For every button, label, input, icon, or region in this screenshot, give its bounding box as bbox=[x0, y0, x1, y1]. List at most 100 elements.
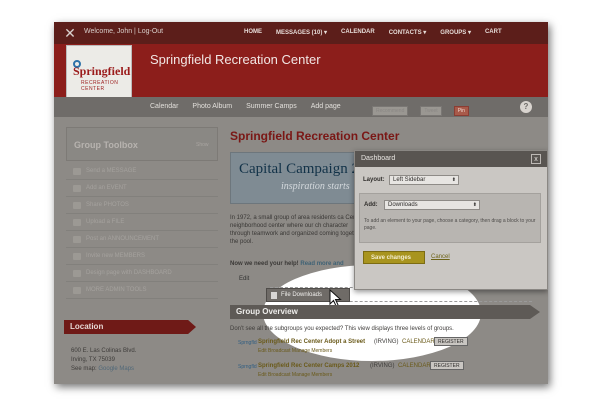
add-label: Add: bbox=[364, 202, 378, 208]
logo-subtext: RECREATION CENTER bbox=[81, 80, 119, 92]
nav-calendar[interactable]: CALENDAR bbox=[341, 29, 375, 36]
layout-select[interactable]: Left Sidebar ⬍ bbox=[389, 175, 459, 185]
tool-label: MORE ADMIN TOOLS bbox=[86, 287, 147, 293]
brand-x-icon[interactable]: ✕ bbox=[62, 25, 78, 41]
nav-groups[interactable]: GROUPS ▾ bbox=[440, 29, 471, 36]
group-overview-header: Group Overview bbox=[230, 305, 540, 319]
tool-send-message[interactable]: Send a MESSAGE bbox=[66, 163, 218, 180]
toolbox-list: Send a MESSAGE Add an EVENT Share PHOTOS… bbox=[66, 163, 218, 299]
nav-contacts[interactable]: CONTACTS ▾ bbox=[389, 29, 427, 36]
edit-label[interactable]: Edit bbox=[239, 276, 249, 282]
group-actions[interactable]: Edit Broadcast Manage Members bbox=[258, 372, 332, 378]
tool-design-dashboard[interactable]: Design page with DASHBOARD bbox=[66, 265, 218, 282]
group-toolbox-header[interactable]: Group Toolbox Show bbox=[66, 127, 218, 161]
add-element-box: Add: Downloads ⬍ To add an element to you… bbox=[359, 193, 541, 243]
toolbox-show[interactable]: Show bbox=[196, 142, 209, 148]
need-help-text: Now we need your help! bbox=[230, 261, 299, 267]
intro-paragraph: In 1972, a small group of area residents… bbox=[230, 215, 370, 245]
file-downloads-label: File Downloads bbox=[281, 292, 323, 298]
group-actions[interactable]: Edit Broadcast Manage Members bbox=[258, 348, 332, 354]
subnav-summer-camps[interactable]: Summer Camps bbox=[246, 103, 297, 110]
tool-label: Post an ANNOUNCEMENT bbox=[86, 236, 160, 242]
group-row: Sprngfld Springfield Rec Center Adopt a … bbox=[230, 336, 530, 362]
file-icon bbox=[271, 292, 277, 299]
location-title: Location bbox=[70, 322, 104, 331]
group-overview-title: Group Overview bbox=[236, 307, 298, 316]
subnav-calendar[interactable]: Calendar bbox=[150, 103, 178, 110]
help-icon[interactable]: ? bbox=[520, 101, 532, 113]
subnav-photo-album[interactable]: Photo Album bbox=[192, 103, 232, 110]
address-line2: Irving, TX 75039 bbox=[71, 357, 115, 363]
group-logo: Sprngfld bbox=[238, 340, 257, 346]
group-location: (IRVING) bbox=[374, 339, 399, 345]
group-calendar-link[interactable]: CALENDAR bbox=[402, 339, 435, 345]
admin-icon bbox=[73, 287, 81, 294]
add-category-select[interactable]: Downloads ⬍ bbox=[384, 200, 480, 210]
banner-tagline: inspiration starts bbox=[281, 181, 350, 192]
tool-label: Invite new MEMBERS bbox=[86, 253, 146, 259]
layout-label: Layout: bbox=[363, 177, 385, 183]
close-icon[interactable]: x bbox=[531, 154, 541, 164]
tool-more-admin[interactable]: MORE ADMIN TOOLS bbox=[66, 282, 218, 299]
chevron-down-icon: ⬍ bbox=[451, 177, 456, 183]
group-name-link[interactable]: Springfield Rec Center Adopt a Street bbox=[258, 339, 365, 345]
nav-messages[interactable]: MESSAGES (10) ▾ bbox=[276, 29, 327, 36]
map-line: See map: Google Maps bbox=[71, 365, 136, 374]
tweet-button[interactable]: Tweet bbox=[420, 106, 442, 116]
dialog-title: Dashboard bbox=[361, 155, 396, 162]
add-help-text: To add an element to your page, choose a… bbox=[364, 218, 536, 231]
tool-share-photos[interactable]: Share PHOTOS bbox=[66, 197, 218, 214]
group-row: Sprngfld Springfield Rec Center Camps 20… bbox=[230, 360, 530, 384]
location-header: Location bbox=[64, 320, 196, 334]
tool-upload-file[interactable]: Upload a FILE bbox=[66, 214, 218, 231]
cancel-link[interactable]: Cancel bbox=[431, 254, 450, 260]
members-icon bbox=[73, 253, 81, 260]
group-name-link[interactable]: Springfield Rec Center Camps 2012 bbox=[258, 363, 359, 369]
tool-add-event[interactable]: Add an EVENT bbox=[66, 180, 218, 197]
pin-button[interactable]: Pin bbox=[453, 106, 469, 116]
subnav-add-page[interactable]: Add page bbox=[311, 103, 341, 110]
site-title: Springfield Recreation Center bbox=[150, 52, 321, 67]
recommend-button[interactable]: Recommend bbox=[372, 106, 409, 116]
chevron-down-icon: ⬍ bbox=[472, 202, 477, 208]
layout-select-value: Left Sidebar bbox=[393, 177, 426, 183]
tool-invite-members[interactable]: Invite new MEMBERS bbox=[66, 248, 218, 265]
register-button[interactable]: REGISTER bbox=[430, 361, 464, 370]
add-select-value: Downloads bbox=[388, 202, 418, 208]
google-maps-link[interactable]: Google Maps bbox=[98, 366, 134, 372]
logo-text: Springfield bbox=[73, 64, 131, 78]
social-buttons: Recommend Tweet Pin bbox=[372, 106, 481, 116]
group-logo: Sprngfld bbox=[238, 364, 257, 370]
event-icon bbox=[73, 185, 81, 192]
left-sidebar: Group Toolbox Show Send a MESSAGE Add an… bbox=[66, 127, 218, 299]
nav-cart[interactable]: CART bbox=[485, 29, 502, 36]
page-title: Springfield Recreation Center bbox=[230, 129, 400, 143]
tool-post-announcement[interactable]: Post an ANNOUNCEMENT bbox=[66, 231, 218, 248]
address-block: 600 E. Las Colinas Blvd. Irving, TX 7503… bbox=[71, 347, 136, 374]
register-button[interactable]: REGISTER bbox=[434, 337, 468, 346]
map-prefix: See map: bbox=[71, 366, 97, 372]
tool-label: Design page with DASHBOARD bbox=[86, 270, 172, 276]
group-note: Don't see all the subgroups you expected… bbox=[230, 326, 454, 332]
save-changes-button[interactable]: Save changes bbox=[363, 251, 425, 264]
tool-label: Upload a FILE bbox=[86, 219, 125, 225]
welcome-text[interactable]: Welcome, John | Log-Out bbox=[84, 28, 163, 35]
announcement-icon bbox=[73, 236, 81, 243]
photo-icon bbox=[73, 202, 81, 209]
nav-home[interactable]: HOME bbox=[244, 29, 262, 36]
site-logo[interactable]: Springfield RECREATION CENTER bbox=[66, 45, 132, 101]
toolbox-title: Group Toolbox bbox=[74, 140, 138, 150]
address-line1: 600 E. Las Colinas Blvd. bbox=[71, 348, 137, 354]
banner-headline: Capital Campaign 20 bbox=[239, 161, 367, 177]
need-help-line: Now we need your help! Read more and bbox=[230, 261, 344, 267]
top-bar: ✕ Welcome, John | Log-Out HOME MESSAGES … bbox=[54, 22, 548, 44]
tool-label: Add an EVENT bbox=[86, 185, 127, 191]
read-more-link[interactable]: Read more and bbox=[300, 261, 343, 267]
dialog-title-bar[interactable]: Dashboard x bbox=[355, 151, 547, 167]
tool-label: Share PHOTOS bbox=[86, 202, 129, 208]
file-icon bbox=[73, 219, 81, 226]
message-icon bbox=[73, 168, 81, 175]
dashboard-icon bbox=[73, 270, 81, 277]
group-calendar-link[interactable]: CALENDAR bbox=[398, 363, 431, 369]
top-nav: HOME MESSAGES (10) ▾ CALENDAR CONTACTS ▾… bbox=[244, 29, 516, 36]
